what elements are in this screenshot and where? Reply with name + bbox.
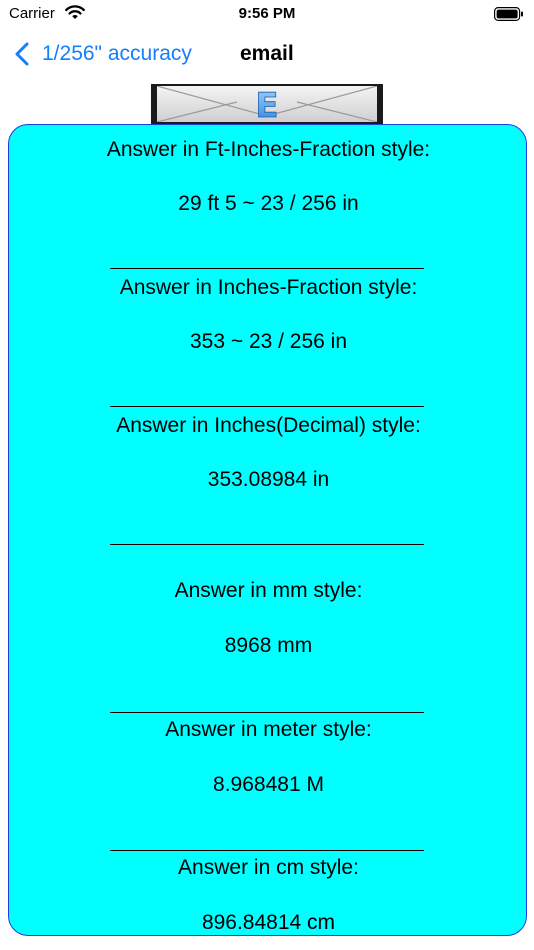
- status-time: 9:56 PM: [238, 5, 296, 22]
- divider: [110, 712, 424, 713]
- battery-icon: [494, 7, 523, 21]
- back-button-label: 1/256" accuracy: [42, 42, 192, 65]
- back-button[interactable]: 1/256" accuracy: [14, 38, 192, 70]
- divider: [110, 544, 424, 545]
- inches-decimal-value: 353.08984 in: [207, 468, 330, 491]
- divider: [110, 268, 424, 269]
- email-letter: E: [255, 86, 278, 122]
- mm-value: 8968 mm: [224, 634, 313, 657]
- chevron-left-icon: [15, 42, 29, 66]
- status-bar: Carrier 9:56 PM: [0, 0, 534, 30]
- meter-value: 8.968481 M: [213, 773, 324, 796]
- inches-fraction-label: Answer in Inches-Fraction style:: [119, 276, 418, 299]
- ft-inches-label: Answer in Ft-Inches-Fraction style:: [106, 138, 431, 161]
- cm-label: Answer in cm style:: [178, 856, 359, 879]
- page-title: email: [240, 42, 294, 65]
- mm-label: Answer in mm style:: [174, 579, 363, 602]
- cm-value: 896.84814 cm: [201, 911, 336, 934]
- inches-fraction-value: 353 ~ 23 / 256 in: [189, 330, 348, 353]
- navigation-bar: 1/256" accuracy email: [0, 32, 534, 76]
- answer-panel: Answer in Ft-Inches-Fraction style: 29 f…: [8, 124, 527, 936]
- ft-inches-value: 29 ft 5 ~ 23 / 256 in: [178, 192, 359, 215]
- envelope-icon: E: [157, 86, 377, 122]
- meter-label: Answer in meter style:: [165, 718, 372, 741]
- divider: [110, 850, 424, 851]
- divider: [110, 406, 424, 407]
- email-button[interactable]: E: [151, 84, 383, 124]
- inches-decimal-label: Answer in Inches(Decimal) style:: [116, 414, 421, 437]
